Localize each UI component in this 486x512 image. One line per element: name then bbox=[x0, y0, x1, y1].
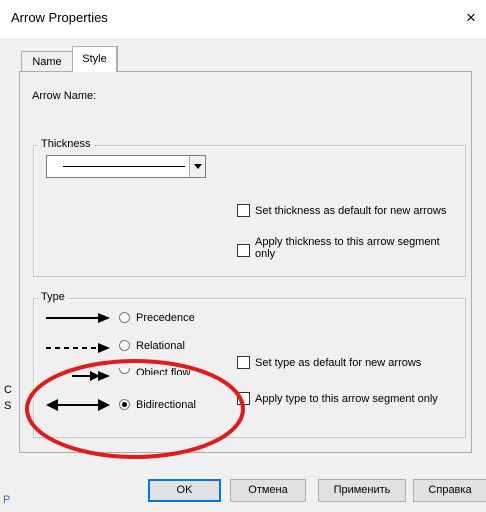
bidirectional-label: Bidirectional bbox=[136, 399, 196, 411]
precedence-arrow-icon bbox=[46, 313, 110, 323]
dropdown-button[interactable] bbox=[189, 156, 205, 177]
thickness-legend: Thickness bbox=[38, 138, 94, 150]
thickness-dropdown[interactable] bbox=[46, 155, 206, 178]
set-type-default-checkbox[interactable] bbox=[237, 356, 250, 369]
bidirectional-radio[interactable] bbox=[119, 399, 130, 410]
object-flow-arrow-icon bbox=[72, 371, 110, 381]
title-bar: Arrow Properties × bbox=[0, 0, 486, 38]
arrow-properties-dialog: Arrow Properties × Name Style Arrow Name… bbox=[0, 0, 486, 512]
apply-type-segment-checkbox[interactable] bbox=[237, 392, 250, 405]
help-button[interactable]: Справка bbox=[413, 479, 486, 502]
set-thickness-default-checkbox[interactable] bbox=[237, 204, 250, 217]
precedence-label: Precedence bbox=[136, 312, 195, 324]
background-letter-p: P bbox=[3, 494, 11, 506]
tab-style[interactable]: Style bbox=[72, 46, 118, 72]
thickness-line-sample bbox=[63, 166, 185, 167]
apply-button[interactable]: Применить bbox=[318, 479, 406, 502]
background-letter-c: C bbox=[4, 384, 12, 396]
relational-arrow-icon bbox=[46, 343, 110, 353]
object-flow-label: Object flow bbox=[136, 367, 191, 375]
close-icon[interactable]: × bbox=[466, 6, 486, 30]
precedence-radio[interactable] bbox=[119, 312, 130, 323]
dialog-title: Arrow Properties bbox=[11, 10, 108, 25]
ok-button[interactable]: OK bbox=[148, 479, 221, 502]
relational-label: Relational bbox=[136, 340, 185, 352]
type-legend: Type bbox=[38, 291, 68, 303]
set-type-default-label: Set type as default for new arrows bbox=[255, 357, 422, 369]
apply-thickness-segment-checkbox[interactable] bbox=[237, 244, 250, 257]
set-thickness-default-label: Set thickness as default for new arrows bbox=[255, 205, 447, 217]
relational-radio[interactable] bbox=[119, 340, 130, 351]
chevron-down-icon bbox=[194, 164, 202, 169]
apply-type-segment-label: Apply type to this arrow segment only bbox=[255, 393, 438, 405]
apply-thickness-segment-label: Apply thickness to this arrow segment on… bbox=[255, 236, 440, 260]
arrow-name-label: Arrow Name: bbox=[32, 90, 97, 102]
background-letter-s: S bbox=[4, 400, 12, 412]
tab-name[interactable]: Name bbox=[21, 51, 73, 73]
bidirectional-arrow-icon bbox=[46, 399, 110, 411]
cancel-button[interactable]: Отмена bbox=[230, 479, 306, 502]
